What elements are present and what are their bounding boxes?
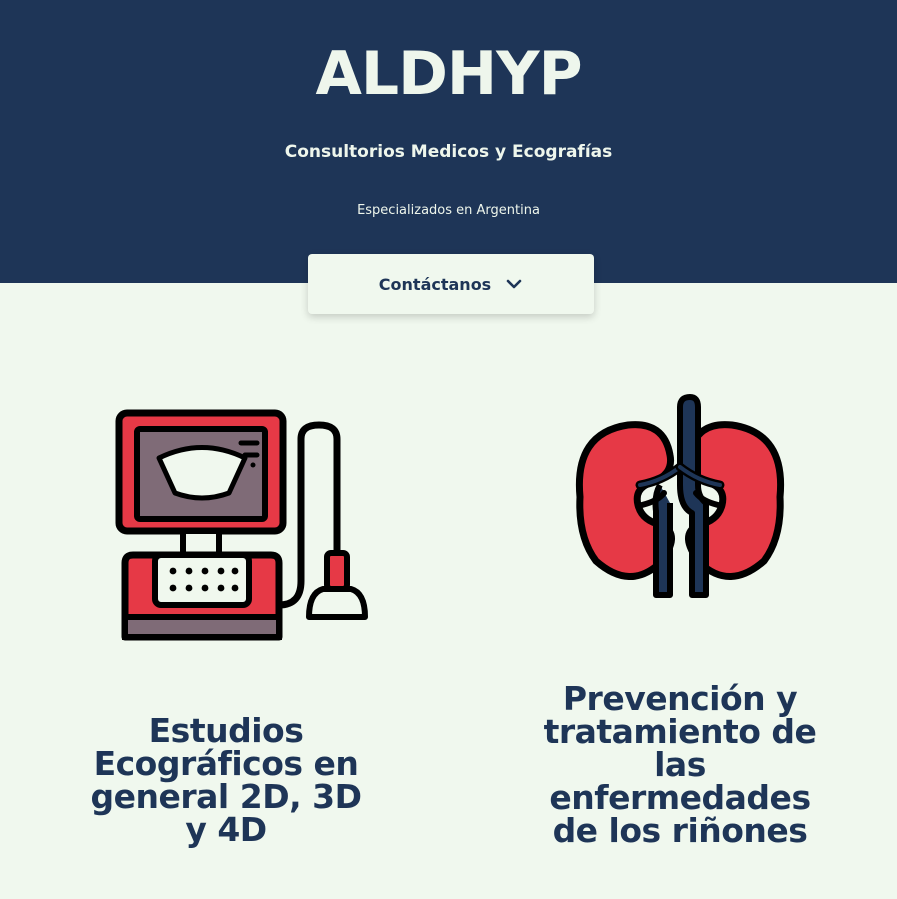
contact-button[interactable]: Contáctanos [308, 254, 594, 314]
ultrasound-machine-icon [60, 395, 390, 654]
kidneys-icon [510, 385, 850, 614]
contact-button-label: Contáctanos [378, 274, 492, 294]
service-card-ultrasound [60, 395, 390, 654]
service-title-ultrasound: Estudios Ecográficos en general 2D, 3D y… [90, 711, 362, 849]
hero-subtitle: Consultorios Medicos y Ecografías [284, 142, 613, 162]
brand-title: ALDHYP [315, 39, 582, 109]
service-card-kidneys [510, 385, 850, 614]
service-title-kidneys: Prevención y tratamiento de las enfermed… [543, 679, 817, 850]
hero-tagline: Especializados en Argentina [357, 203, 540, 218]
hero-header: ALDHYP Consultorios Medicos y Ecografías… [0, 0, 897, 283]
chevron-down-icon [505, 275, 523, 293]
